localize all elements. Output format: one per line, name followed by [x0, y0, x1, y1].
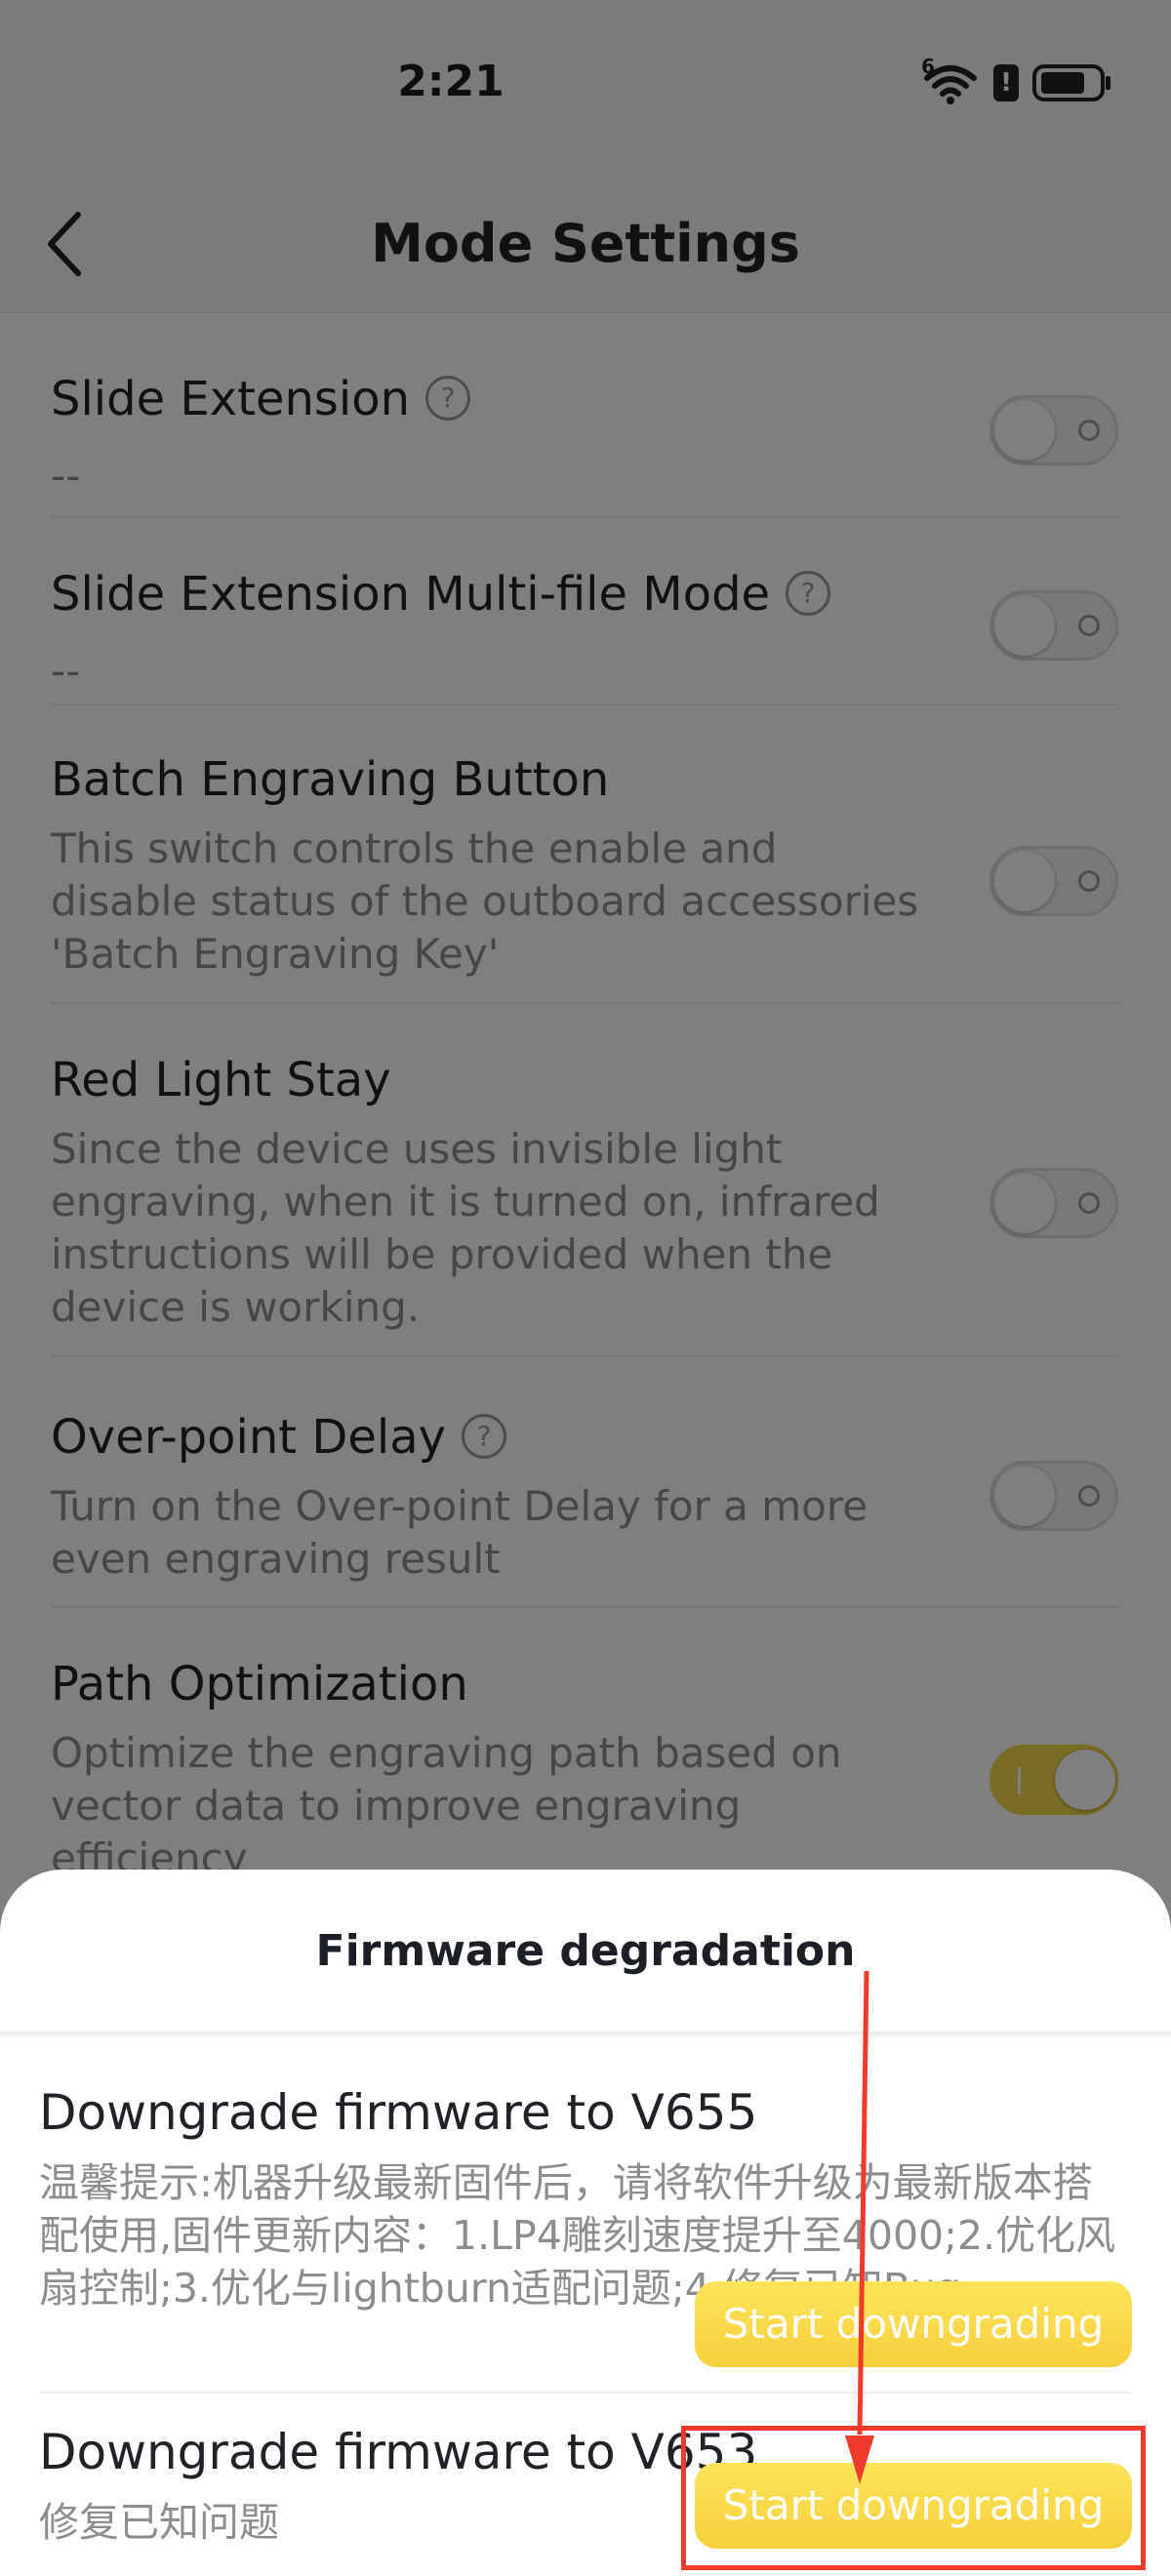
highlight-box — [681, 2426, 1146, 2570]
firmware-item-title: Downgrade firmware to V655 — [39, 2084, 758, 2141]
firmware-item-divider — [39, 2392, 1132, 2394]
start-downgrading-v655-button[interactable]: Start downgrading — [695, 2281, 1132, 2367]
firmware-item-title: Downgrade firmware to V653 — [39, 2424, 758, 2480]
sheet-title: Firmware degradation — [315, 1926, 856, 1976]
firmware-item-note: 修复已知问题 — [39, 2499, 279, 2546]
sheet-divider — [0, 2032, 1171, 2039]
